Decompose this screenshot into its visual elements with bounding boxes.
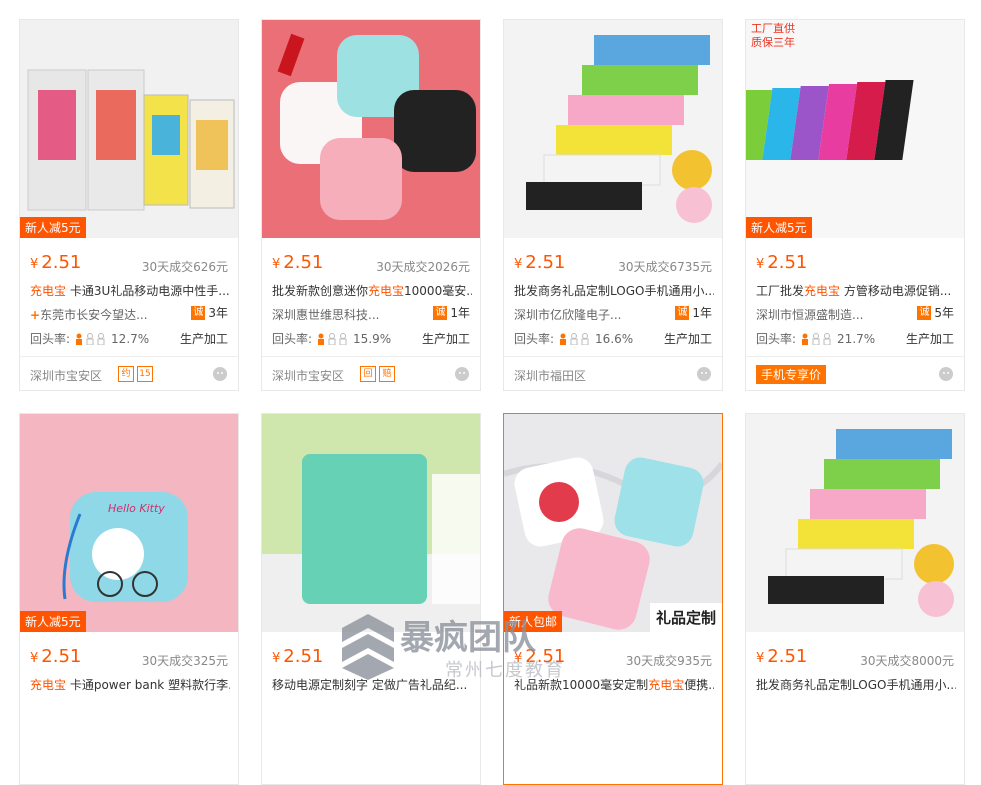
- company-name[interactable]: +东莞市长安今望达...: [30, 306, 190, 323]
- product-image[interactable]: 新人减5元: [20, 20, 238, 238]
- trust-icon: 诚: [433, 305, 448, 320]
- chat-icon[interactable]: [938, 366, 954, 386]
- product-card[interactable]: ¥2.51 移动电源定制刻字 定做广告礼品纪...: [261, 413, 481, 785]
- trust-icon: 诚: [917, 305, 932, 320]
- promo-tag: 新人减5元: [20, 217, 86, 238]
- product-image[interactable]: Hello Kitty 新人减5元: [20, 414, 238, 632]
- business-mode: 生产加工: [663, 332, 712, 346]
- service-badge[interactable]: 约: [118, 366, 134, 382]
- price: ¥2.51: [514, 646, 566, 667]
- product-card[interactable]: ¥2.51 30天成交6735元 批发商务礼品定制LOGO手机通用小... 深圳…: [503, 19, 723, 391]
- promo-tag: 新人包邮: [504, 611, 563, 632]
- image-tag: 工厂直供: [751, 22, 795, 35]
- plus-icon: +: [30, 308, 41, 322]
- company-name[interactable]: 深圳市恒源盛制造...: [756, 306, 916, 323]
- price: ¥2.51: [756, 252, 808, 273]
- product-image[interactable]: [504, 20, 722, 238]
- price: ¥2.51: [756, 646, 808, 667]
- service-badge[interactable]: 15: [137, 366, 153, 382]
- product-title[interactable]: 移动电源定制刻字 定做广告礼品纪...: [272, 676, 472, 693]
- sales-volume: 30天成交2026元: [376, 260, 470, 274]
- people-icon: [558, 332, 591, 345]
- product-title[interactable]: 批发新款创意迷你充电宝10000毫安...: [272, 282, 472, 299]
- product-card[interactable]: ¥2.51 30天成交2026元 批发新款创意迷你充电宝10000毫安... 深…: [261, 19, 481, 391]
- product-title[interactable]: 充电宝 卡通3U礼品移动电源中性手...: [30, 282, 230, 299]
- sales-volume: 30天成交325元: [141, 654, 228, 668]
- business-mode: 生产加工: [905, 332, 954, 346]
- membership-years: 诚 1年: [433, 305, 470, 320]
- chat-icon[interactable]: [696, 366, 712, 386]
- location: 深圳市宝安区: [30, 369, 103, 383]
- price: ¥2.51: [30, 646, 82, 667]
- product-card[interactable]: 礼品定制 新人包邮 ¥2.51 30天成交935元 礼品新款10000毫安定制充…: [503, 413, 723, 785]
- product-card[interactable]: 工厂直供 质保三年 新人减5元 ¥2.51 工厂批发充电宝 方管移动电源促销..…: [745, 19, 965, 391]
- product-title[interactable]: 充电宝 卡通power bank 塑料款行李...: [30, 676, 230, 693]
- service-badge[interactable]: 赔: [379, 366, 395, 382]
- product-image[interactable]: [262, 20, 480, 238]
- product-title[interactable]: 批发商务礼品定制LOGO手机通用小...: [756, 676, 956, 693]
- mobile-price-badge[interactable]: 手机专享价: [756, 365, 827, 384]
- sales-volume: 30天成交626元: [141, 260, 228, 274]
- product-image[interactable]: 礼品定制 新人包邮: [504, 414, 722, 632]
- promo-tag: 新人减5元: [746, 217, 812, 238]
- product-image[interactable]: [746, 414, 964, 632]
- repeat-rate: 回头率: 12.7%: [30, 331, 150, 347]
- people-icon: [74, 332, 107, 345]
- price: ¥2.51: [272, 646, 324, 667]
- people-icon: [316, 332, 349, 345]
- price: ¥2.51: [30, 252, 82, 273]
- chat-icon[interactable]: [454, 366, 470, 386]
- product-card[interactable]: Hello Kitty 新人减5元 ¥2.51 30天成交325元 充电宝 卡通…: [19, 413, 239, 785]
- sales-volume: 30天成交6735元: [618, 260, 712, 274]
- membership-years: 诚 3年: [191, 305, 228, 320]
- business-mode: 生产加工: [179, 332, 228, 346]
- location: 深圳市宝安区: [272, 369, 345, 383]
- product-card[interactable]: ¥2.51 30天成交8000元 批发商务礼品定制LOGO手机通用小...: [745, 413, 965, 785]
- chat-icon[interactable]: [212, 366, 228, 386]
- price: ¥2.51: [272, 252, 324, 273]
- people-icon: [800, 332, 833, 345]
- trust-icon: 诚: [675, 305, 690, 320]
- repeat-rate: 回头率: 15.9%: [272, 331, 392, 347]
- membership-years: 诚 1年: [675, 305, 712, 320]
- price: ¥2.51: [514, 252, 566, 273]
- product-title[interactable]: 礼品新款10000毫安定制充电宝便携...: [514, 676, 714, 693]
- sales-volume: 30天成交8000元: [860, 654, 954, 668]
- trust-icon: 诚: [191, 305, 206, 320]
- company-name[interactable]: 深圳惠世维思科技...: [272, 306, 432, 323]
- product-card[interactable]: 新人减5元 ¥2.51 30天成交626元 充电宝 卡通3U礼品移动电源中性手.…: [19, 19, 239, 391]
- product-title[interactable]: 批发商务礼品定制LOGO手机通用小...: [514, 282, 714, 299]
- service-badge[interactable]: 回: [360, 366, 376, 382]
- product-image[interactable]: [262, 414, 480, 632]
- product-image[interactable]: 工厂直供 质保三年 新人减5元: [746, 20, 964, 238]
- repeat-rate: 回头率: 16.6%: [514, 331, 634, 347]
- image-tag: 质保三年: [751, 36, 795, 49]
- membership-years: 诚 5年: [917, 305, 954, 320]
- product-title[interactable]: 工厂批发充电宝 方管移动电源促销...: [756, 282, 956, 299]
- location: 深圳市福田区: [514, 369, 587, 383]
- repeat-rate: 回头率: 21.7%: [756, 331, 876, 347]
- company-name[interactable]: 深圳市亿欣隆电子...: [514, 306, 674, 323]
- image-text: Hello Kitty: [108, 502, 165, 515]
- promo-tag: 新人减5元: [20, 611, 86, 632]
- sales-volume: 30天成交935元: [625, 654, 712, 668]
- business-mode: 生产加工: [421, 332, 470, 346]
- image-label: 礼品定制: [649, 603, 722, 632]
